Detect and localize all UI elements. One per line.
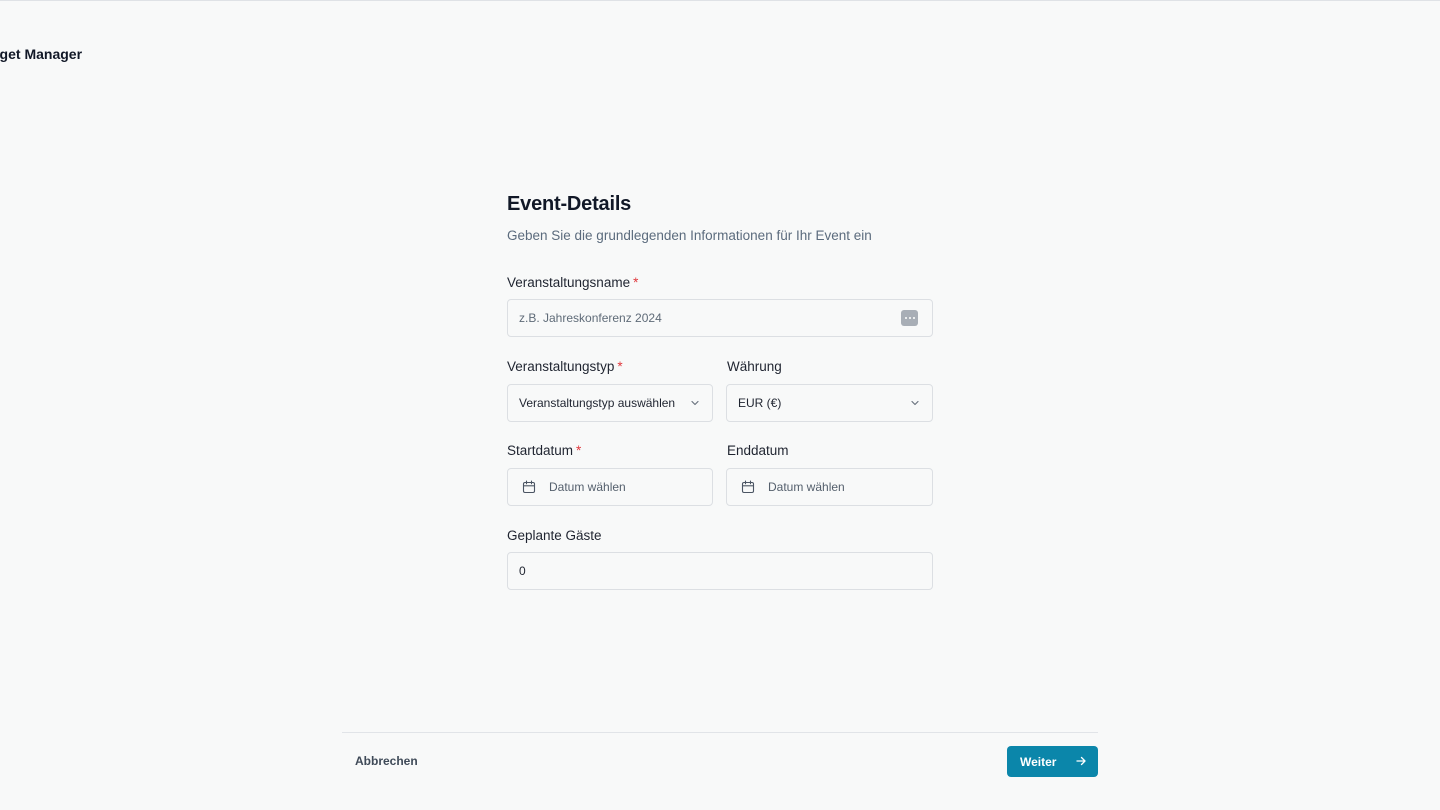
start-date-label: Startdatum * [507,443,581,458]
start-date-label-text: Startdatum [507,443,574,458]
next-button-label: Weiter [1020,754,1057,769]
guests-label: Geplante Gäste [507,528,602,543]
event-name-label: Veranstaltungsname * [507,275,638,290]
event-name-label-text: Veranstaltungsname [507,275,631,290]
currency-select[interactable]: EUR (€) [726,384,933,422]
end-date-label: Enddatum [727,443,789,458]
required-marker: * [633,275,639,290]
end-date-picker[interactable]: Datum wählen [726,468,933,506]
event-type-select[interactable]: Veranstaltungstyp auswählen [507,384,713,422]
cancel-button[interactable]: Abbrechen [355,754,418,768]
currency-label: Währung [727,359,782,374]
more-dots-icon[interactable] [901,310,918,326]
start-date-picker[interactable]: Datum wählen [507,468,713,506]
event-type-label: Veranstaltungstyp * [507,359,623,374]
guests-label-text: Geplante Gäste [507,528,602,543]
calendar-icon [741,480,755,494]
calendar-icon [522,480,536,494]
end-date-label-text: Enddatum [727,443,789,458]
event-type-label-text: Veranstaltungstyp [507,359,615,374]
event-type-selected: Veranstaltungstyp auswählen [519,396,676,410]
guests-field[interactable] [507,552,933,590]
required-marker: * [576,443,582,458]
top-divider [0,0,1440,1]
chevron-down-icon [911,400,919,406]
guests-input[interactable] [508,553,932,589]
currency-label-text: Währung [727,359,782,374]
app-title: dget Manager [0,46,83,62]
next-button[interactable]: Weiter [1007,746,1098,777]
event-name-input[interactable] [508,300,932,336]
currency-selected: EUR (€) [738,396,782,410]
page-subtitle: Geben Sie die grundlegenden Informatione… [507,228,872,243]
event-name-field[interactable] [507,299,933,337]
footer-divider [342,732,1098,733]
chevron-down-icon [691,400,699,406]
page-title: Event-Details [507,193,632,215]
required-marker: * [617,359,623,374]
arrow-right-icon [1076,756,1086,766]
